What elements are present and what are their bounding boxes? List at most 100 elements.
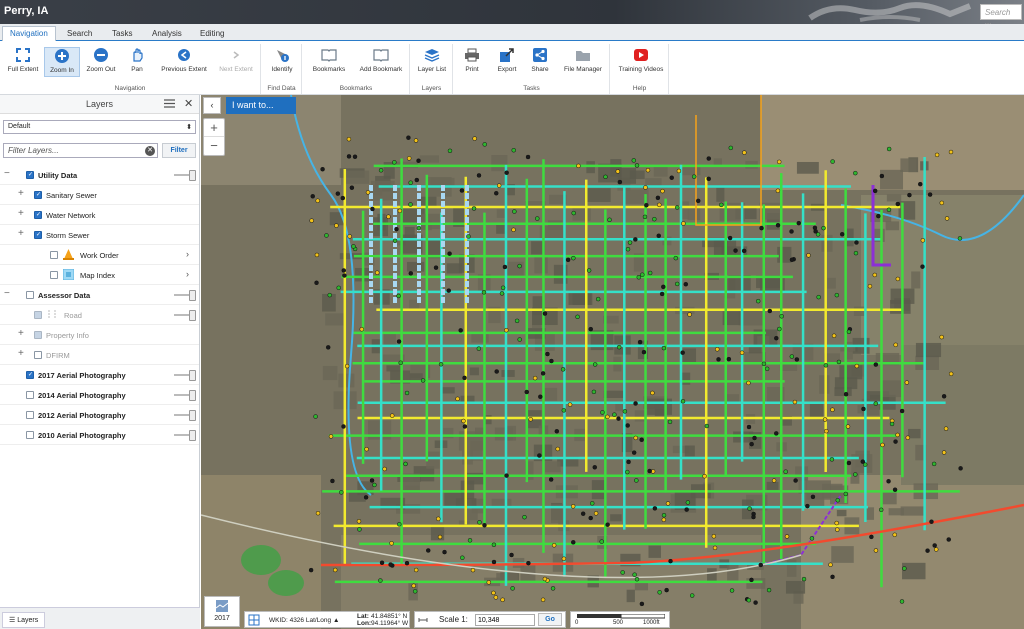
previous-extent-button[interactable]: Previous Extent bbox=[157, 47, 211, 73]
zoom-out-map-button[interactable]: − bbox=[204, 137, 224, 155]
network-node bbox=[502, 264, 508, 270]
network-node bbox=[570, 504, 576, 509]
network-node bbox=[793, 478, 798, 483]
export-button[interactable]: Export bbox=[492, 47, 522, 73]
network-node bbox=[571, 255, 576, 261]
close-icon[interactable]: ✕ bbox=[184, 97, 193, 110]
scale-go-button[interactable]: Go bbox=[538, 613, 562, 626]
layer-visibility-checkbox[interactable] bbox=[34, 351, 42, 359]
opacity-slider[interactable] bbox=[174, 310, 196, 321]
pan-button[interactable]: Pan bbox=[123, 47, 151, 73]
bookmarks-button[interactable]: Bookmarks bbox=[307, 47, 351, 73]
layer-row[interactable]: 2010 Aerial Photography bbox=[0, 425, 199, 445]
layer-visibility-checkbox[interactable] bbox=[34, 311, 42, 319]
share-button[interactable]: Share bbox=[526, 47, 554, 73]
scale-input[interactable] bbox=[475, 614, 535, 626]
network-node bbox=[860, 459, 866, 464]
network-node bbox=[664, 587, 669, 593]
layer-visibility-checkbox[interactable] bbox=[26, 431, 34, 439]
expand-icon[interactable]: + bbox=[18, 329, 24, 339]
layer-visibility-checkbox[interactable] bbox=[26, 411, 34, 419]
expand-icon[interactable]: + bbox=[18, 349, 24, 359]
layer-row[interactable]: + Water Network bbox=[0, 205, 199, 225]
layer-row[interactable]: Road bbox=[0, 305, 199, 325]
network-node bbox=[747, 506, 752, 511]
layer-row[interactable]: 2017 Aerial Photography bbox=[0, 365, 199, 385]
expand-icon[interactable]: + bbox=[18, 189, 24, 199]
file-manager-button[interactable]: File Manager bbox=[560, 47, 606, 73]
aerial-block bbox=[819, 375, 830, 394]
layer-visibility-checkbox[interactable] bbox=[34, 191, 42, 199]
filter-button[interactable]: Filter bbox=[162, 143, 196, 158]
layer-visibility-checkbox[interactable] bbox=[26, 171, 34, 179]
layer-preset-select[interactable]: Default ⬍ bbox=[3, 120, 196, 134]
network-node bbox=[639, 437, 644, 443]
global-search-input[interactable]: Search ... bbox=[980, 4, 1022, 26]
tab-tasks[interactable]: Tasks bbox=[105, 27, 139, 41]
layer-visibility-checkbox[interactable] bbox=[26, 291, 34, 299]
opacity-slider[interactable] bbox=[174, 170, 196, 181]
opacity-slider[interactable] bbox=[174, 390, 196, 401]
collapse-icon[interactable]: − bbox=[4, 289, 10, 299]
layer-visibility-checkbox[interactable] bbox=[26, 391, 34, 399]
layer-row[interactable]: + Storm Sewer bbox=[0, 225, 199, 245]
collapse-icon[interactable]: − bbox=[4, 169, 10, 179]
add-bookmark-button[interactable]: Add Bookmark bbox=[355, 47, 407, 73]
aerial-block bbox=[370, 180, 395, 201]
filter-layers-input[interactable]: Filter Layers... bbox=[3, 143, 158, 158]
layer-row[interactable]: 2014 Aerial Photography bbox=[0, 385, 199, 405]
network-node bbox=[889, 421, 895, 427]
network-node bbox=[755, 298, 761, 304]
wkid-selector[interactable]: WKID: 4326 Lat/Long ▲ bbox=[269, 617, 339, 624]
zoom-out-button[interactable]: Zoom Out bbox=[83, 47, 119, 73]
layer-row[interactable]: − Utility Data bbox=[0, 165, 199, 185]
tab-analysis[interactable]: Analysis bbox=[145, 27, 189, 41]
layer-visibility-checkbox[interactable] bbox=[50, 251, 58, 259]
layer-visibility-checkbox[interactable] bbox=[26, 371, 34, 379]
chevron-right-icon[interactable]: › bbox=[186, 269, 189, 279]
identify-button[interactable]: Identify bbox=[266, 47, 298, 73]
next-extent-button[interactable]: Next Extent bbox=[214, 47, 258, 73]
layer-row[interactable]: Map Index › bbox=[0, 265, 199, 285]
layer-visibility-checkbox[interactable] bbox=[50, 271, 58, 279]
collapse-panel-button[interactable]: ‹ bbox=[203, 97, 221, 114]
tab-search[interactable]: Search bbox=[60, 27, 99, 41]
training-videos-button[interactable]: Training Videos bbox=[615, 47, 667, 73]
network-node bbox=[554, 429, 560, 434]
opacity-slider[interactable] bbox=[174, 290, 196, 301]
full-extent-button[interactable]: Full Extent bbox=[4, 47, 42, 73]
map-view[interactable] bbox=[201, 95, 1024, 629]
opacity-slider[interactable] bbox=[174, 430, 196, 441]
longitude-readout: 94.11964° W bbox=[371, 620, 409, 627]
layers-panel-tab[interactable]: ☰ Layers bbox=[2, 612, 46, 628]
layer-row[interactable]: − Assessor Data bbox=[0, 285, 199, 305]
print-button[interactable]: Print bbox=[458, 47, 486, 73]
zoom-in-map-button[interactable]: + bbox=[204, 119, 224, 137]
layer-visibility-checkbox[interactable] bbox=[34, 231, 42, 239]
expand-icon[interactable]: + bbox=[18, 209, 24, 219]
layer-visibility-checkbox[interactable] bbox=[34, 331, 42, 339]
tab-navigation[interactable]: Navigation bbox=[2, 26, 56, 41]
layer-row[interactable]: + DFIRM bbox=[0, 345, 199, 365]
grid-icon[interactable] bbox=[248, 614, 260, 626]
i-want-to-menu[interactable]: I want to... bbox=[226, 97, 296, 114]
layer-row[interactable]: Work Order › bbox=[0, 245, 199, 265]
chevron-right-icon[interactable]: › bbox=[186, 249, 189, 259]
network-node bbox=[620, 570, 625, 575]
basemap-switcher[interactable]: 2017 bbox=[204, 596, 240, 627]
layer-visibility-checkbox[interactable] bbox=[34, 211, 42, 219]
menu-icon[interactable] bbox=[164, 99, 175, 108]
layer-list-button[interactable]: Layer List bbox=[415, 47, 449, 73]
layer-row[interactable]: 2012 Aerial Photography bbox=[0, 405, 199, 425]
tab-editing[interactable]: Editing bbox=[193, 27, 231, 41]
zoom-in-button[interactable]: Zoom In bbox=[44, 47, 80, 77]
expand-icon[interactable]: + bbox=[18, 229, 24, 239]
utility-network-map[interactable] bbox=[201, 95, 1024, 629]
clear-filter-icon[interactable]: ✕ bbox=[145, 146, 155, 156]
opacity-slider[interactable] bbox=[174, 370, 196, 381]
layer-row[interactable]: + Property Info bbox=[0, 325, 199, 345]
network-node bbox=[944, 216, 950, 221]
network-node bbox=[352, 154, 358, 159]
layer-row[interactable]: + Sanitary Sewer bbox=[0, 185, 199, 205]
opacity-slider[interactable] bbox=[174, 410, 196, 421]
